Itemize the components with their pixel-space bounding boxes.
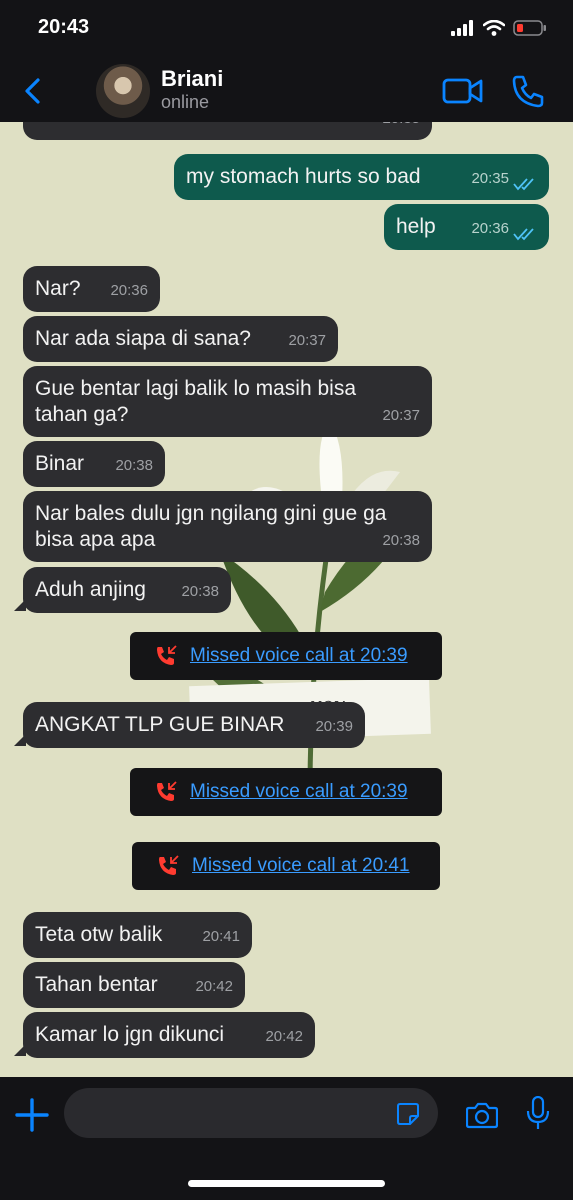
message-time: 20:42 [265, 1028, 303, 1045]
message-time: 20:41 [202, 928, 240, 945]
microphone-icon[interactable] [526, 1096, 550, 1130]
sticker-icon[interactable] [396, 1102, 420, 1126]
message-text: ANGKAT TLP GUE BINAR [35, 713, 285, 736]
message-text: Kamar lo jgn dikunci [35, 1023, 225, 1046]
missed-call-link[interactable]: Missed voice call at 20:41 [192, 855, 410, 877]
video-call-icon[interactable] [442, 76, 484, 106]
plus-icon[interactable] [14, 1097, 50, 1133]
message-time: 20:42 [195, 978, 233, 995]
contact-status: online [161, 92, 210, 112]
missed-call-notice[interactable]: Missed voice call at 20:39 [130, 632, 442, 680]
home-indicator[interactable] [188, 1180, 385, 1187]
battery-icon [513, 20, 546, 36]
missed-call-icon [157, 781, 177, 801]
message-time: 20:37 [288, 332, 326, 349]
chat-header: 20:43 Briani online [0, 0, 573, 122]
chat-thread[interactable]: you. 20:35 my stomach hurts so bad 20:35… [0, 122, 573, 1077]
message-bubble-incoming[interactable]: Nar ada siapa di sana? 20:37 [23, 316, 338, 362]
message-time: 20:35 [382, 122, 420, 132]
voice-call-icon[interactable] [511, 74, 545, 108]
message-bubble-incoming[interactable]: Teta otw balik 20:41 [23, 912, 252, 958]
message-time: 20:38 [382, 532, 420, 549]
message-bubble-incoming[interactable]: ANGKAT TLP GUE BINAR 20:39 [14, 702, 365, 748]
message-time: 20:36 [110, 282, 148, 299]
message-time: 20:37 [382, 407, 420, 424]
message-text: Nar bales dulu jgn ngilang gini gue ga b… [35, 502, 387, 551]
camera-icon[interactable] [466, 1101, 498, 1129]
message-time: 20:36 [471, 220, 509, 237]
message-bubble-incoming[interactable]: 20:35 [23, 122, 432, 140]
message-time: 20:39 [315, 718, 353, 735]
message-time: 20:38 [181, 583, 219, 600]
message-bubble-incoming[interactable]: Aduh anjing 20:38 [14, 567, 231, 613]
message-bubble-incoming[interactable]: Binar 20:38 [23, 441, 165, 487]
message-bubble-incoming[interactable]: Tahan bentar 20:42 [23, 962, 245, 1008]
status-time: 20:43 [38, 16, 90, 38]
message-bubble-incoming[interactable]: Gue bentar lagi balik lo masih bisa taha… [23, 366, 432, 437]
missed-call-link[interactable]: Missed voice call at 20:39 [190, 781, 408, 803]
wifi-icon [483, 20, 505, 36]
message-text: Nar ada siapa di sana? [35, 327, 251, 350]
missed-call-notice[interactable]: Missed voice call at 20:41 [132, 842, 440, 890]
missed-call-icon [157, 645, 177, 665]
message-bubble-incoming[interactable]: Kamar lo jgn dikunci 20:42 [14, 1012, 315, 1058]
message-time: 20:35 [471, 170, 509, 187]
message-bubble-incoming[interactable]: Nar bales dulu jgn ngilang gini gue ga b… [23, 491, 432, 562]
message-text: Gue bentar lagi balik lo masih bisa taha… [35, 377, 357, 426]
message-input[interactable] [64, 1088, 438, 1138]
message-time: 20:38 [115, 457, 153, 474]
status-icons [451, 20, 547, 36]
message-bubble-incoming[interactable]: Nar? 20:36 [23, 266, 160, 312]
back-chevron-icon[interactable] [20, 76, 50, 106]
read-receipt-icon [513, 228, 534, 241]
contact-name[interactable]: Briani [161, 66, 223, 92]
read-receipt-icon [513, 178, 534, 191]
missed-call-link[interactable]: Missed voice call at 20:39 [190, 645, 408, 667]
message-bubble-outgoing[interactable]: help 20:36 [384, 204, 549, 250]
missed-call-notice[interactable]: Missed voice call at 20:39 [130, 768, 442, 816]
avatar[interactable] [96, 64, 150, 118]
message-bubble-outgoing[interactable]: my stomach hurts so bad 20:35 [174, 154, 549, 200]
missed-call-icon [159, 855, 179, 875]
signal-icon [451, 20, 473, 36]
